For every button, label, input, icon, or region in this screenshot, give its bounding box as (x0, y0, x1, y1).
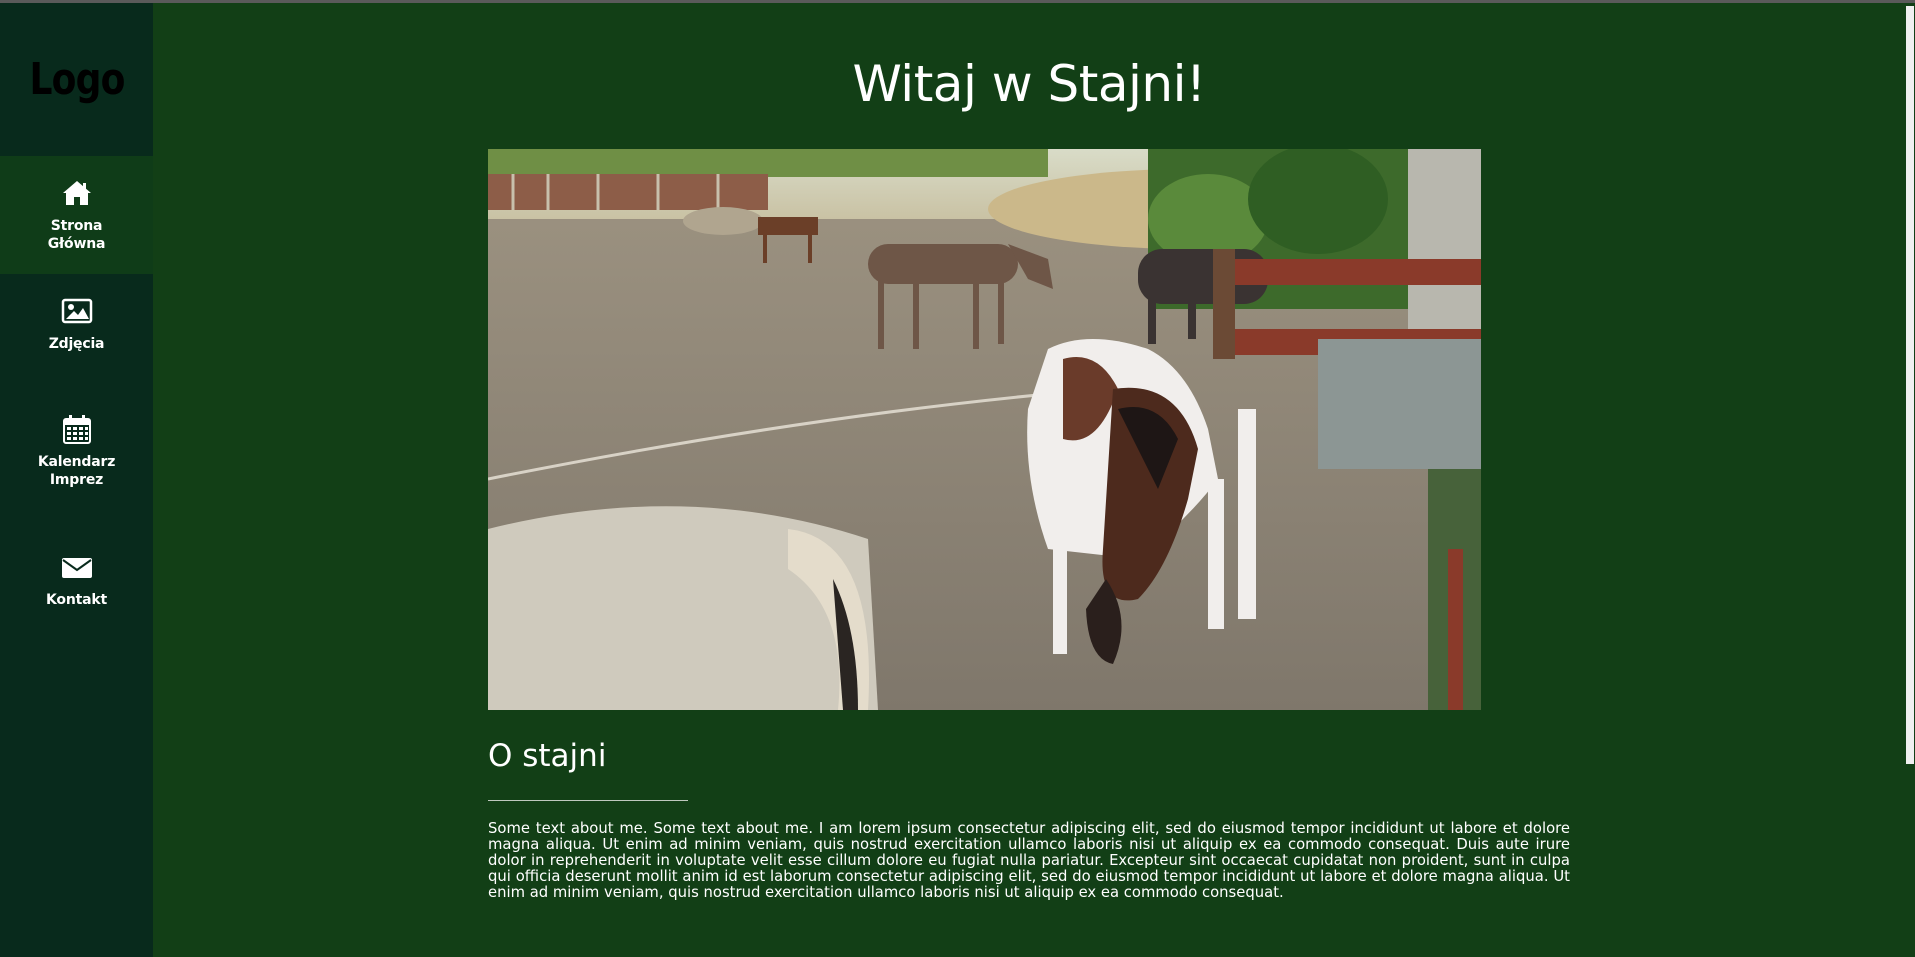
nav-item-contact[interactable]: Kontakt (0, 530, 153, 630)
main-content: Witaj w Stajni! O stajni Some text about… (153, 3, 1905, 957)
home-icon (62, 181, 91, 205)
logo: Logo (28, 54, 125, 105)
page-title: Witaj w Stajni! (852, 55, 1206, 113)
section-divider (488, 800, 688, 801)
nav-item-label: Strona Główna (47, 218, 106, 252)
nav-item-label: Kalendarz Imprez (37, 454, 116, 488)
sidebar: Logo Strona Główna Zdjęcia Kalendarz Imp… (0, 3, 153, 957)
nav-item-photos[interactable]: Zdjęcia (0, 274, 153, 392)
image-icon (61, 298, 92, 324)
section-title: O stajni (488, 738, 607, 774)
envelope-icon (61, 558, 92, 578)
nav-item-calendar[interactable]: Kalendarz Imprez (0, 392, 153, 530)
nav-item-home[interactable]: Strona Główna (0, 156, 153, 274)
calendar-icon (62, 415, 91, 444)
scrollbar-track[interactable] (1905, 3, 1915, 957)
hero-image (488, 149, 1481, 710)
about-paragraph: Some text about me. Some text about me. … (488, 820, 1570, 901)
logo-area[interactable]: Logo (0, 3, 153, 156)
scrollbar-thumb[interactable] (1906, 6, 1914, 764)
nav-item-label: Zdjęcia (48, 336, 105, 352)
nav-item-label: Kontakt (46, 592, 107, 608)
